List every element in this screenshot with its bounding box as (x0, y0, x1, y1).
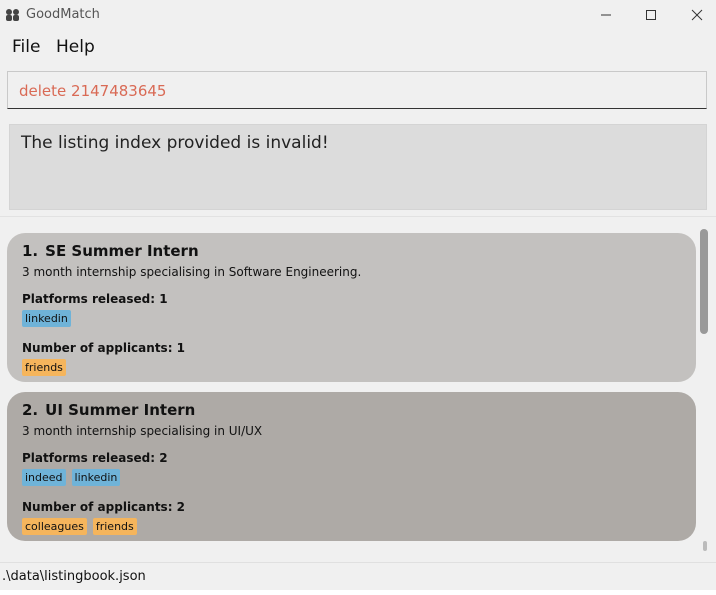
close-button[interactable] (674, 0, 716, 30)
close-icon (691, 9, 703, 21)
platforms-label: Platforms released: 2 (22, 451, 168, 465)
listing-name: UI Summer Intern (45, 401, 196, 419)
listing-card[interactable]: 1. SE Summer Intern 3 month internship sp… (7, 233, 696, 382)
maximize-button[interactable] (628, 0, 674, 30)
menu-bar: File Help (0, 33, 716, 63)
scrollbar-arrow[interactable] (703, 541, 707, 551)
platforms-label: Platforms released: 1 (22, 292, 168, 306)
listing-card[interactable]: 2. UI Summer Intern 3 month internship sp… (7, 392, 696, 541)
storage-path: .\data\listingbook.json (2, 569, 146, 584)
command-input[interactable] (19, 80, 679, 102)
minimize-button[interactable] (583, 0, 629, 30)
platform-tag: indeed (22, 469, 66, 486)
platform-tag: linkedin (22, 310, 71, 327)
window-title: GoodMatch (26, 7, 100, 22)
listing-name: SE Summer Intern (45, 242, 199, 260)
divider (0, 216, 716, 217)
listing-description: 3 month internship specialising in UI/UX (22, 424, 263, 438)
listing-index: 2. (22, 401, 39, 419)
menu-help[interactable]: Help (56, 37, 95, 57)
minimize-icon (601, 14, 611, 16)
applicant-tag: friends (22, 359, 66, 376)
command-box (7, 71, 707, 109)
applicant-tags: friends (22, 359, 66, 376)
platform-tag: linkedin (71, 469, 121, 486)
platform-tags: indeed linkedin (22, 469, 121, 486)
applicant-tags: colleagues friends (22, 518, 137, 535)
applicant-tag: colleagues (22, 518, 87, 535)
result-display: The listing index provided is invalid! (9, 124, 707, 210)
applicant-tag: friends (92, 518, 137, 535)
listing-list-panel: 1. SE Summer Intern 3 month internship sp… (0, 222, 716, 560)
listing-description: 3 month internship specialising in Softw… (22, 265, 362, 279)
status-bar: .\data\listingbook.json (0, 562, 716, 591)
applicants-label: Number of applicants: 1 (22, 341, 186, 355)
listing-index: 1. (22, 242, 39, 260)
platform-tags: linkedin (22, 310, 71, 327)
applicants-label: Number of applicants: 2 (22, 500, 186, 514)
listing-title: 1. SE Summer Intern (22, 242, 199, 260)
title-bar: GoodMatch (0, 0, 716, 30)
scrollbar-thumb[interactable] (700, 229, 708, 334)
listing-title: 2. UI Summer Intern (22, 401, 195, 419)
maximize-icon (646, 10, 656, 20)
app-logo-icon (6, 9, 19, 21)
menu-file[interactable]: File (12, 37, 40, 57)
bottom-strip (0, 590, 716, 595)
result-message: The listing index provided is invalid! (21, 133, 329, 153)
